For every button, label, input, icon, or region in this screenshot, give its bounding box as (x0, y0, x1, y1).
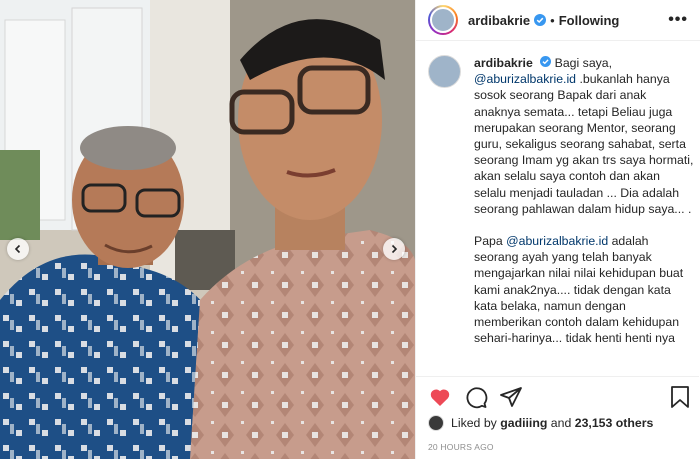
heart-filled-icon[interactable] (428, 385, 452, 414)
photo-illustration (0, 0, 415, 459)
post-photo[interactable] (0, 0, 415, 459)
carousel-next-button[interactable] (383, 238, 405, 260)
caption-body-2: adalah seorang ayah yang telah banyak me… (474, 234, 684, 346)
caption-username[interactable]: ardibakrie (474, 56, 533, 70)
likes-summary[interactable]: Liked by gadiiing and 23,153 others (428, 415, 653, 431)
caption-body-1: .bukanlah hanya sosok seorang Bapak dari… (474, 72, 694, 216)
caption-paragraph-1: ardibakrie Bagi saya, @aburizalbakrie.id… (474, 55, 694, 217)
chevron-left-icon (14, 244, 21, 254)
likes-count[interactable]: 23,153 others (575, 416, 654, 430)
post-header: ardibakrie • Following ••• (416, 0, 700, 41)
caption-area: ardibakrie Bagi saya, @aburizalbakrie.id… (416, 55, 699, 373)
verified-badge-icon (534, 14, 547, 26)
header-separator: • (550, 12, 555, 28)
mention-link[interactable]: @aburizalbakrie.id (474, 72, 576, 86)
mention-link[interactable]: @aburizalbakrie.id (506, 234, 608, 248)
caption-papa: Papa (474, 234, 503, 249)
action-bar (416, 376, 699, 416)
post-timestamp: 20 HOURS AGO (428, 442, 494, 452)
header-username[interactable]: ardibakrie (468, 13, 530, 28)
caption-text: ardibakrie Bagi saya, @aburizalbakrie.id… (474, 55, 694, 346)
caption-row: ardibakrie Bagi saya, @aburizalbakrie.id… (428, 55, 699, 346)
verified-badge-icon (540, 56, 552, 67)
caption-paragraph-2: Papa @aburizalbakrie.id adalah seorang a… (474, 233, 694, 346)
caption-intro: Bagi saya, (554, 56, 613, 70)
avatar-image (430, 7, 456, 33)
bookmark-icon[interactable] (669, 385, 691, 414)
caption-avatar[interactable] (428, 55, 461, 88)
liker-avatar (428, 415, 444, 431)
likes-and: and (550, 416, 572, 430)
comment-icon[interactable] (464, 385, 488, 414)
more-options-button[interactable]: ••• (668, 11, 688, 29)
liked-by-text: Liked by (451, 416, 497, 430)
post-side-panel: ardibakrie • Following ••• ardibakrie Ba… (415, 0, 700, 459)
following-button[interactable]: Following (559, 13, 620, 28)
avatar[interactable] (428, 5, 458, 35)
chevron-right-icon (391, 244, 398, 254)
carousel-prev-button[interactable] (7, 238, 29, 260)
paper-plane-icon[interactable] (499, 385, 523, 414)
liker-username[interactable]: gadiiing (500, 416, 547, 430)
